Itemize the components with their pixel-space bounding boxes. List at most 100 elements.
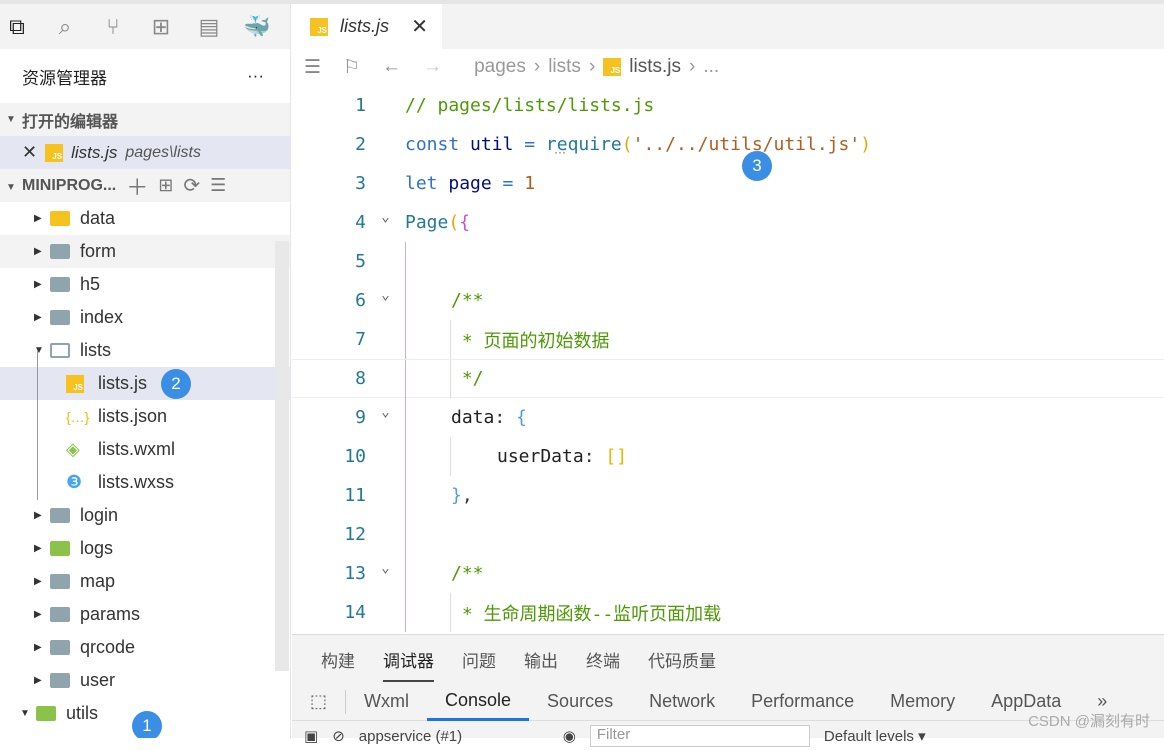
tree-item-lists[interactable]: ▼ lists xyxy=(0,334,290,367)
panel-tab[interactable]: 构建 xyxy=(321,647,355,672)
close-tab-icon[interactable]: ✕ xyxy=(411,14,428,39)
code-token: const xyxy=(405,134,471,155)
devtools-tab-performance[interactable]: Performance xyxy=(733,683,872,721)
indent-guide xyxy=(405,281,406,320)
tree-item-data[interactable]: ▶ data xyxy=(0,202,290,235)
code-area[interactable]: 1 // pages/lists/lists.js 2 const util = re… xyxy=(292,86,1164,632)
devtools-tab-network[interactable]: Network xyxy=(631,683,733,721)
devtools-tab-wxml[interactable]: Wxml xyxy=(346,683,427,721)
refresh-icon[interactable]: ⟳ xyxy=(183,173,200,198)
fold-chevron-icon[interactable]: ⌄ xyxy=(366,287,405,303)
code-text: data: { xyxy=(405,407,527,428)
extensions-icon[interactable]: ⊞ xyxy=(148,14,174,40)
tree-item-lists-wxml[interactable]: ◈ lists.wxml xyxy=(0,433,290,466)
breadcrumb-item[interactable]: lists xyxy=(548,56,581,78)
line-number: 7 xyxy=(355,329,366,350)
tree-item-util-js[interactable]: JSutil.js xyxy=(0,730,290,738)
tree-item-params[interactable]: ▶ params xyxy=(0,598,290,631)
inspect-icon[interactable]: ⬚ xyxy=(292,689,347,714)
code-text: }, xyxy=(405,485,473,506)
breadcrumb-bar: ☰ ⚐ ← → pages › lists › JS lists.js › ... xyxy=(292,49,1164,85)
panel-tab[interactable]: 调试器 xyxy=(383,637,434,682)
indent-guide xyxy=(405,398,406,437)
panel-tab[interactable]: 输出 xyxy=(524,647,558,672)
chevron-icon: ▶ xyxy=(34,543,42,554)
new-folder-icon[interactable]: ⊞ xyxy=(158,175,173,196)
code-token: 1 xyxy=(524,173,536,194)
folder-icon xyxy=(50,640,70,655)
tree-item-lists-js[interactable]: JS lists.js 2 xyxy=(0,367,290,400)
tree-item-index[interactable]: ▶ index xyxy=(0,301,290,334)
wxml-file-icon: ◈ xyxy=(66,439,80,459)
tree-item-map[interactable]: ▶ map xyxy=(0,565,290,598)
line-number: 2 xyxy=(355,134,366,155)
bookmark-icon[interactable]: ⚐ xyxy=(343,56,360,79)
open-editor-item[interactable]: ✕ JS lists.js pages\lists xyxy=(0,136,290,169)
more-actions-button[interactable]: ··· xyxy=(247,66,264,86)
code-line: 3 let page = 1 xyxy=(292,164,1164,203)
tree-item-login[interactable]: ▶ login xyxy=(0,499,290,532)
panel-tab[interactable]: 终端 xyxy=(586,647,620,672)
panel-tab[interactable]: 代码质量 xyxy=(648,647,716,672)
fold-chevron-icon[interactable]: ⌄ xyxy=(366,404,405,420)
project-section[interactable]: ▼ MINIPROG... ＋ ⊞ ⟳ ☰ xyxy=(0,169,290,202)
tree-item-qrcode[interactable]: ▶ qrcode xyxy=(0,631,290,664)
code-text: // pages/lists/lists.js xyxy=(405,95,654,116)
tree-item-form[interactable]: ▶ form xyxy=(0,235,290,268)
tree-item-user[interactable]: ▶ user xyxy=(0,664,290,697)
collapse-all-icon[interactable]: ☰ xyxy=(210,175,226,196)
folder-icon xyxy=(36,706,56,721)
breadcrumb-item[interactable]: lists.js xyxy=(629,56,681,78)
back-icon[interactable]: ← xyxy=(382,56,401,78)
forward-icon[interactable]: → xyxy=(423,56,442,78)
open-editors-section[interactable]: ▼ 打开的编辑器 xyxy=(0,103,290,136)
indent-guide xyxy=(405,476,406,515)
tree-item-logs[interactable]: ▶ logs xyxy=(0,532,290,565)
fold-chevron-icon[interactable]: ⌄ xyxy=(366,560,405,576)
breadcrumb: pages › lists › JS lists.js › ... xyxy=(474,56,720,78)
sidebar-toggle-icon[interactable]: ▣ xyxy=(304,727,318,745)
source-control-icon[interactable]: ⑂ xyxy=(100,14,126,40)
breadcrumb-item[interactable]: pages xyxy=(474,56,526,78)
chevron-icon: ▶ xyxy=(34,609,42,620)
watermark: CSDN @漏刻有时 xyxy=(1028,713,1150,730)
js-file-icon: JS xyxy=(603,58,622,76)
tree-item-label: login xyxy=(80,505,119,525)
sidebar-scrollbar[interactable] xyxy=(275,241,289,671)
close-icon[interactable]: ✕ xyxy=(22,142,37,163)
devtools-tab-sources[interactable]: Sources xyxy=(529,683,631,721)
context-select[interactable]: appservice (#1) xyxy=(359,728,549,745)
folder-icon xyxy=(50,673,70,688)
panel-tab[interactable]: 问题 xyxy=(462,647,496,672)
new-file-icon[interactable]: ＋ xyxy=(126,170,148,202)
tree-item-label: params xyxy=(80,604,141,624)
fold-chevron-icon[interactable]: ⌄ xyxy=(366,209,405,225)
outline-icon[interactable]: ☰ xyxy=(304,56,321,79)
devtools-tab-memory[interactable]: Memory xyxy=(872,683,973,721)
code-token: /** xyxy=(451,290,484,311)
indent-guide xyxy=(405,554,406,593)
search-icon[interactable]: ⌕ xyxy=(52,14,78,40)
docker-icon[interactable]: 🐳 xyxy=(243,14,270,40)
code-line: 12 xyxy=(292,515,1164,554)
tree-item-utils[interactable]: ▼ utils 1 xyxy=(0,697,290,738)
devtools-tab-console[interactable]: Console xyxy=(427,683,530,721)
layout-icon[interactable]: ▤ xyxy=(196,14,222,40)
clear-console-icon[interactable]: ⊘ xyxy=(332,727,345,745)
levels-select[interactable]: Default levels ▾ xyxy=(824,727,926,745)
line-number: 4 xyxy=(355,212,366,233)
line-number: 5 xyxy=(355,251,366,272)
tab-lists-js[interactable]: JS lists.js ✕ xyxy=(292,4,442,49)
breadcrumb-item[interactable]: ... xyxy=(703,56,719,78)
code-line: 10 userData: [] xyxy=(292,437,1164,476)
hint-dots: ··· xyxy=(554,145,566,159)
tree-item-label: h5 xyxy=(80,274,101,294)
folder-icon xyxy=(50,508,70,523)
tree-item-lists-json[interactable]: {…} lists.json xyxy=(0,400,290,433)
json-file-icon: {…} xyxy=(66,408,90,425)
tree-item-lists-wxss[interactable]: ❸ lists.wxss xyxy=(0,466,290,499)
files-icon[interactable]: ⧉ xyxy=(4,14,30,40)
eye-icon[interactable]: ◉ xyxy=(563,727,576,745)
tree-item-h5[interactable]: ▶ h5 xyxy=(0,268,290,301)
filter-input[interactable]: Filter xyxy=(589,725,810,747)
